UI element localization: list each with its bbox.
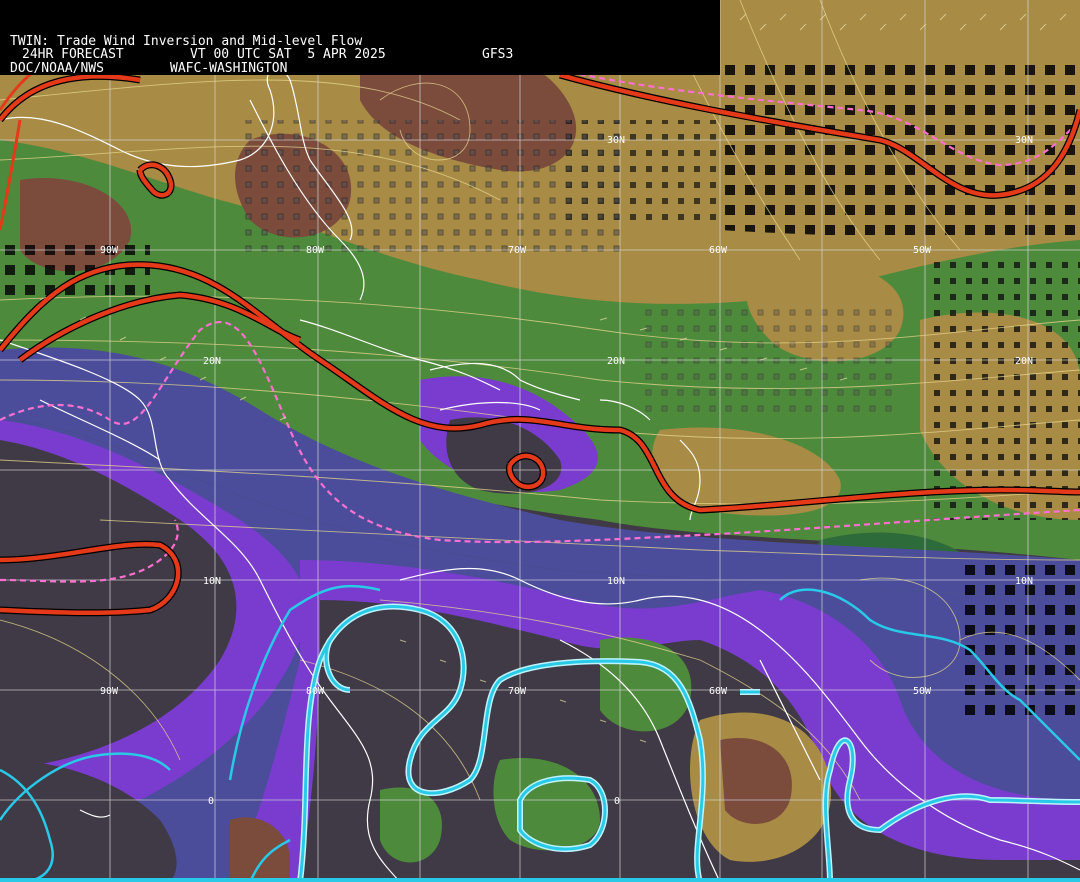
label-80w-north: 80W [306,245,325,256]
label-10n-central: 10N [607,576,625,587]
label-equator-west: 0 [208,796,214,807]
chart-header: TWIN: Trade Wind Inversion and Mid-level… [0,0,720,75]
label-20n-central: 20N [607,356,625,367]
label-70w-south: 70W [508,686,527,697]
label-80w-south: 80W [306,686,325,697]
valid-time: VT 00 UTC SAT 5 APR 2025 [190,47,386,62]
label-60w-south: 60W [709,686,728,697]
label-60w-north: 60W [709,245,728,256]
label-50w-south: 50W [913,686,932,697]
label-10n-west: 10N [203,576,221,587]
label-90w-south: 90W [100,686,119,697]
label-20n-west: 20N [203,356,221,367]
label-20n-east: 20N [1015,356,1033,367]
forecast-period: 24HR FORECAST [22,47,124,62]
label-90w-north: 90W [100,245,119,256]
label-70w-north: 70W [508,245,527,256]
map-graphic: 30N 30N 20N 20N 20N 10N 10N 10N 0 0 90W … [0,0,1080,882]
center-label: WAFC-WASHINGTON [170,61,288,76]
agency-label: DOC/NOAA/NWS [10,61,104,76]
label-50w-north: 50W [913,245,932,256]
label-10n-east: 10N [1015,576,1033,587]
bottom-border [0,878,1080,882]
label-30n: 30N [607,135,625,146]
twin-map: 30N 30N 20N 20N 20N 10N 10N 10N 0 0 90W … [0,0,1080,882]
label-30n-east: 30N [1015,135,1033,146]
model-name: GFS3 [482,47,514,62]
label-equator-central: 0 [614,796,620,807]
